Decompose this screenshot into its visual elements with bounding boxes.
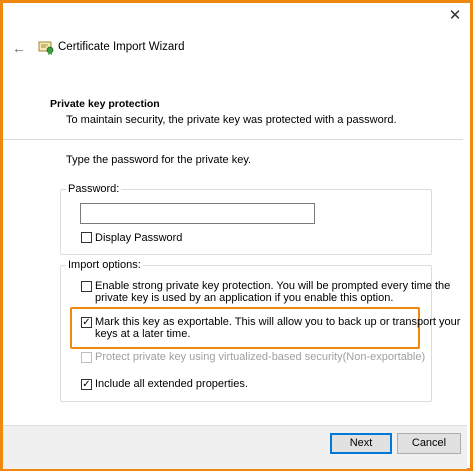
close-icon[interactable]: ✕: [447, 8, 463, 24]
strong-protection-label-line2: private key is used by an application if…: [95, 292, 394, 304]
password-input[interactable]: [80, 203, 315, 224]
exportable-label-line2: keys at a later time.: [95, 328, 191, 340]
vbs-protection-label: Protect private key using virtualized-ba…: [95, 351, 426, 363]
strong-protection-label-line1: Enable strong private key protection. Yo…: [95, 280, 451, 292]
strong-protection-checkbox[interactable]: [81, 281, 92, 292]
extended-properties-checkbox[interactable]: ✓: [81, 379, 92, 390]
section-description: To maintain security, the private key wa…: [66, 114, 397, 126]
import-options-label: Import options:: [66, 259, 143, 271]
next-button[interactable]: Next: [330, 433, 392, 454]
vbs-protection-checkbox: [81, 352, 92, 363]
password-prompt: Type the password for the private key.: [66, 154, 252, 166]
back-arrow-icon[interactable]: ←: [12, 40, 28, 56]
extended-properties-label: Include all extended properties.: [95, 378, 248, 390]
section-title: Private key protection: [50, 98, 160, 110]
certificate-icon: [38, 41, 54, 55]
display-password-label: Display Password: [95, 232, 183, 244]
password-group-label: Password:: [66, 183, 122, 195]
exportable-checkbox[interactable]: ✓: [81, 317, 92, 328]
exportable-label-line1: Mark this key as exportable. This will a…: [95, 316, 461, 328]
display-password-checkbox[interactable]: [81, 232, 92, 243]
cancel-button[interactable]: Cancel: [397, 433, 461, 454]
wizard-title: Certificate Import Wizard: [58, 41, 185, 53]
